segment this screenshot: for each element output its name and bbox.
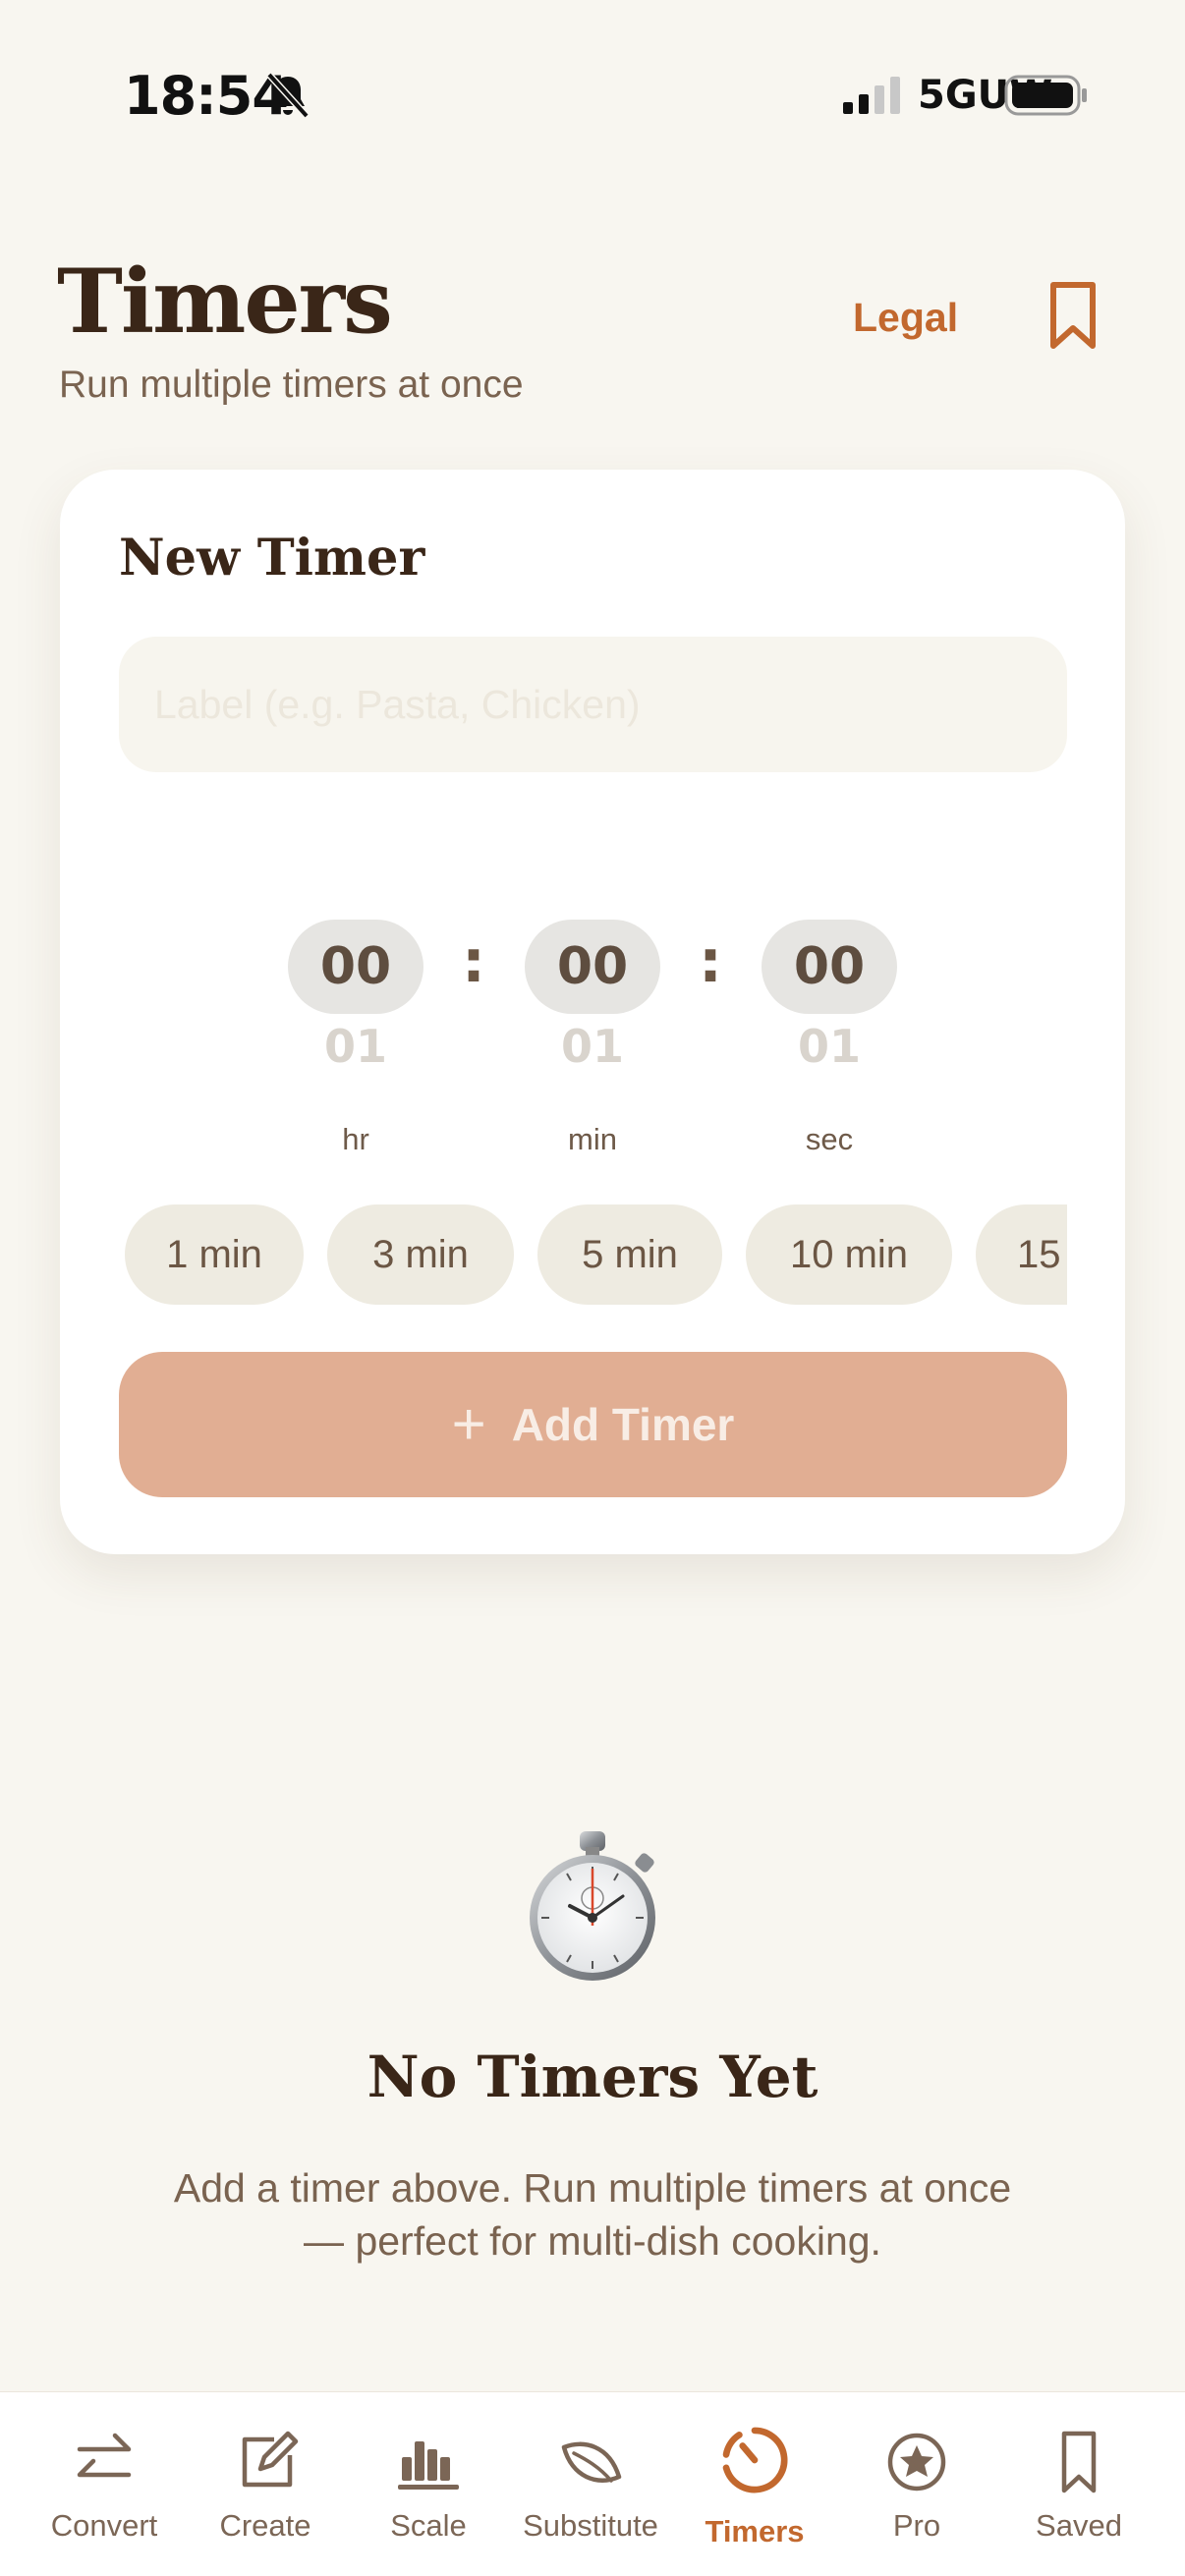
seconds-next-value: 01 bbox=[797, 1020, 861, 1073]
timer-label-input[interactable] bbox=[119, 637, 1067, 772]
tab-label: Saved bbox=[1036, 2508, 1122, 2543]
seconds-picker[interactable]: 00 01 bbox=[762, 920, 897, 1073]
seconds-unit-label: sec bbox=[805, 1122, 854, 1156]
new-timer-card: New Timer 00 01 : 00 01 : 00 01 hr min s… bbox=[60, 470, 1125, 1554]
signal-icon bbox=[843, 77, 900, 114]
plus-icon: + bbox=[451, 1391, 486, 1457]
minutes-unit-label: min bbox=[568, 1122, 617, 1156]
preset-1-min[interactable]: 1 min bbox=[125, 1204, 304, 1305]
page-subtitle: Run multiple timers at once bbox=[59, 364, 524, 406]
empty-state-description: Add a timer above. Run multiple timers a… bbox=[173, 2165, 1012, 2264]
tab-pro[interactable]: Pro bbox=[838, 2392, 995, 2576]
leaf-icon bbox=[561, 2441, 622, 2483]
legal-link[interactable]: Legal bbox=[853, 295, 958, 341]
tab-scale[interactable]: Scale bbox=[350, 2392, 507, 2576]
preset-5-min[interactable]: 5 min bbox=[537, 1204, 722, 1305]
minutes-next-value: 01 bbox=[560, 1020, 624, 1073]
seconds-value: 00 bbox=[762, 920, 897, 1014]
tab-label: Substitute bbox=[523, 2508, 658, 2543]
tab-saved[interactable]: Saved bbox=[1000, 2392, 1157, 2576]
tab-label: Create bbox=[219, 2508, 311, 2543]
time-separator: : bbox=[699, 927, 722, 996]
tab-timers[interactable]: Timers bbox=[676, 2392, 833, 2576]
edit-icon bbox=[242, 2431, 299, 2488]
preset-15-min[interactable]: 15 bbox=[976, 1204, 1067, 1305]
preset-chips: 1 min 3 min 5 min 10 min 15 bbox=[119, 1204, 1067, 1307]
tab-bar: Convert Create Scale Substitute Timers P… bbox=[0, 2391, 1185, 2576]
time-separator: : bbox=[462, 927, 485, 996]
tab-label: Scale bbox=[390, 2508, 467, 2543]
preset-10-min[interactable]: 10 min bbox=[746, 1204, 952, 1305]
tab-convert[interactable]: Convert bbox=[26, 2392, 183, 2576]
bookmark-icon[interactable] bbox=[1045, 279, 1100, 352]
hours-next-value: 01 bbox=[323, 1020, 387, 1073]
bookmark-icon bbox=[1061, 2431, 1097, 2493]
status-time: 18:54 bbox=[124, 65, 289, 127]
tab-label: Convert bbox=[50, 2508, 158, 2543]
star-icon bbox=[887, 2433, 946, 2492]
minutes-value: 00 bbox=[525, 920, 660, 1014]
hours-unit-label: hr bbox=[342, 1122, 369, 1156]
battery-icon bbox=[1004, 75, 1087, 116]
status-bar: 18:54 5GUW bbox=[0, 0, 1185, 187]
stopwatch-icon bbox=[530, 1831, 655, 1981]
hours-value: 00 bbox=[288, 920, 423, 1014]
page-title: Timers bbox=[57, 250, 393, 354]
add-timer-button[interactable]: + Add Timer bbox=[119, 1352, 1067, 1497]
preset-3-min[interactable]: 3 min bbox=[327, 1204, 514, 1305]
bell-off-icon bbox=[266, 72, 310, 119]
timer-icon bbox=[722, 2427, 788, 2493]
tab-create[interactable]: Create bbox=[187, 2392, 344, 2576]
tab-label: Pro bbox=[892, 2508, 941, 2543]
tab-label: Timers bbox=[705, 2514, 805, 2548]
minutes-picker[interactable]: 00 01 bbox=[525, 920, 660, 1073]
add-timer-label: Add Timer bbox=[511, 1399, 735, 1450]
empty-state-title: No Timers Yet bbox=[367, 2044, 818, 2110]
tab-substitute[interactable]: Substitute bbox=[512, 2392, 669, 2576]
bar-chart-icon bbox=[398, 2441, 459, 2490]
hours-picker[interactable]: 00 01 bbox=[288, 920, 423, 1073]
arrows-swap-icon bbox=[77, 2433, 132, 2478]
card-title: New Timer bbox=[119, 529, 425, 588]
